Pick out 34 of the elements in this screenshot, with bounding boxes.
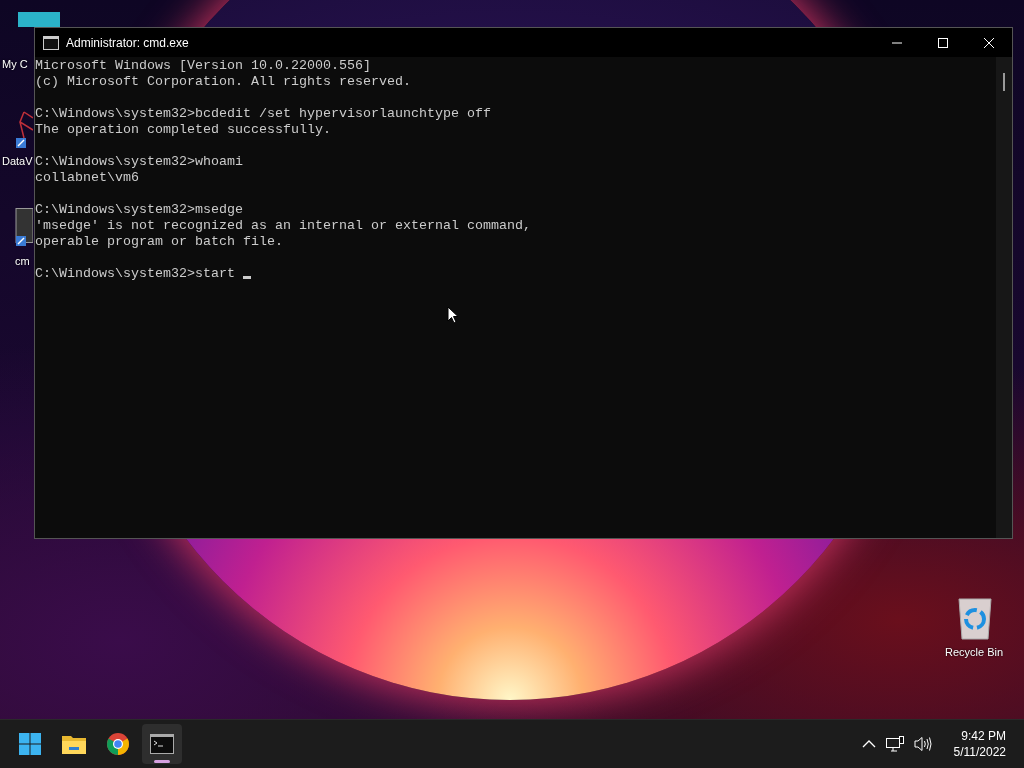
console-line: C:\Windows\system32>whoami [35, 154, 243, 169]
console-line: C:\Windows\system32>start [35, 266, 236, 281]
desktop-icon-label[interactable]: My C [2, 58, 28, 71]
recycle-bin-icon[interactable] [955, 597, 995, 641]
chevron-up-icon[interactable] [861, 739, 876, 749]
maximize-icon [937, 36, 949, 49]
console-icon [150, 734, 174, 754]
close-icon [983, 36, 995, 49]
clock-date[interactable]: 5/11/2022 [953, 744, 1006, 760]
console-line: C:\Windows\system32>msedge [35, 202, 243, 217]
molecule-icon[interactable] [14, 110, 33, 150]
console-line: collabnet\vm6 [35, 170, 139, 185]
network-icon[interactable] [885, 736, 904, 752]
window-title: Administrator: cmd.exe [66, 35, 189, 50]
scrollbar[interactable] [996, 57, 1012, 538]
windows-logo-icon [18, 732, 42, 756]
desktop-icon-label[interactable]: cm [15, 255, 30, 268]
browser-icon [106, 732, 130, 756]
console-shortcut-icon[interactable] [14, 208, 33, 248]
console-line: Microsoft Windows [Version 10.0.22000.556] [35, 58, 371, 73]
text-cursor [242, 276, 251, 279]
clock-time[interactable]: 9:42 PM [961, 728, 1006, 744]
desktop-icon-label[interactable]: DataV [2, 155, 33, 168]
console-taskbar-button[interactable] [142, 724, 182, 764]
console-line: The operation completed successfully. [35, 122, 331, 137]
mouse-pointer-icon [447, 306, 459, 324]
desktop-icon-label[interactable]: Recycle Bin [945, 646, 1004, 659]
console-app-icon [43, 35, 59, 50]
speaker-icon[interactable] [913, 736, 932, 752]
console-line: 'msedge' is not recognized as an internal or external command, [35, 218, 531, 233]
console-line: C:\Windows\system32>bcdedit /set hypervisorlaunchtype off [35, 106, 491, 121]
folder-icon [61, 733, 87, 755]
console-line: (c) Microsoft Corporation. All rights reserved. [35, 74, 411, 89]
console-line: operable program or batch file. [35, 234, 283, 249]
